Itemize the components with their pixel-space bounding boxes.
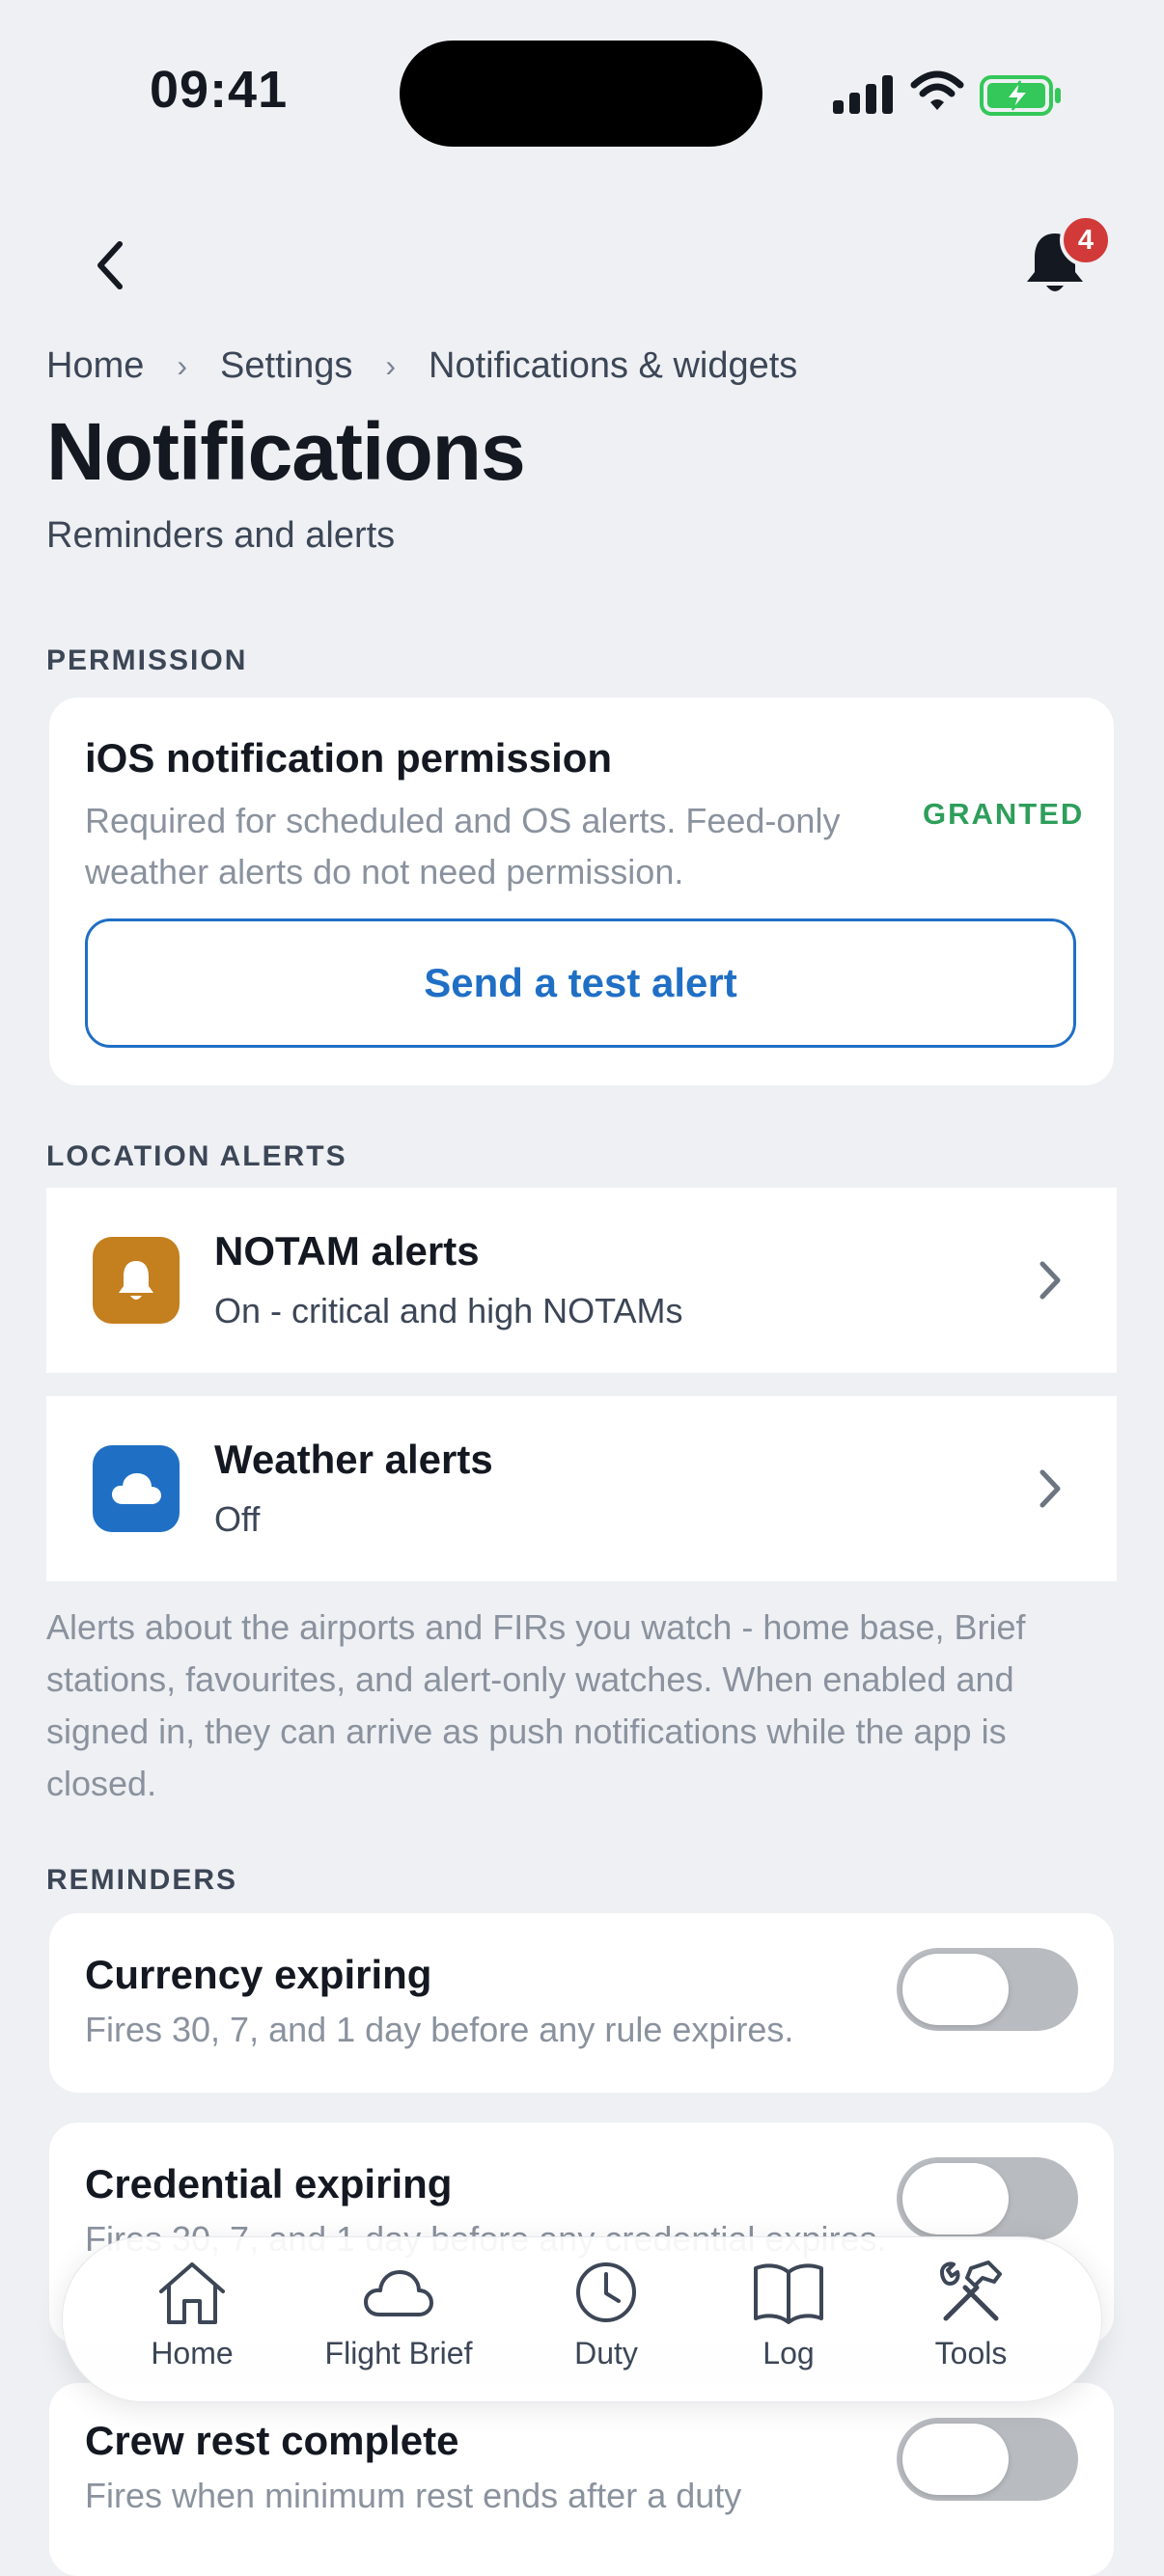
notam-alerts-title: NOTAM alerts	[214, 1228, 480, 1274]
reminder-subtitle: Fires 30, 7, and 1 day before any rule e…	[85, 2010, 794, 2049]
permission-description: Required for scheduled and OS alerts. Fe…	[85, 801, 841, 891]
tab-label: Home	[151, 2336, 234, 2370]
permission-title: iOS notification permission	[85, 735, 613, 781]
section-label-location-alerts: LOCATION ALERTS	[46, 1140, 347, 1172]
currency-expiring-toggle[interactable]	[897, 1948, 1078, 2031]
chevron-right-icon: ›	[177, 348, 188, 383]
permission-status-badge: GRANTED	[923, 797, 1085, 831]
dynamic-island	[400, 41, 762, 147]
weather-alerts-row[interactable]: Weather alerts Off	[46, 1396, 1117, 1581]
tab-log[interactable]: Log	[692, 2259, 885, 2371]
chevron-right-icon: ›	[385, 348, 396, 383]
notification-count-badge: 4	[1060, 214, 1112, 266]
tab-tools[interactable]: Tools	[874, 2259, 1067, 2371]
tab-label: Tools	[934, 2336, 1008, 2370]
bell-icon	[93, 1237, 180, 1324]
location-alerts-note: Alerts about the airports and FIRs you w…	[46, 1607, 1026, 1803]
tab-label: Flight Brief	[324, 2336, 473, 2370]
wifi-icon	[910, 70, 964, 110]
cloud-icon	[93, 1445, 180, 1532]
tab-duty[interactable]: Duty	[510, 2259, 703, 2371]
cloud-icon	[364, 2270, 433, 2316]
crew-rest-complete-toggle[interactable]	[897, 2418, 1078, 2501]
tab-label: Log	[762, 2336, 815, 2370]
chevron-right-icon	[1039, 1261, 1061, 1300]
battery-icon	[980, 75, 1061, 116]
send-test-alert-button[interactable]: Send a test alert	[85, 918, 1076, 1048]
tab-label: Duty	[574, 2336, 638, 2370]
page-subtitle: Reminders and alerts	[46, 515, 396, 556]
book-icon	[754, 2263, 823, 2324]
breadcrumb: Home › Settings › Notifications & widget…	[46, 345, 797, 387]
weather-alerts-subtitle: Off	[214, 1499, 261, 1539]
breadcrumb-settings[interactable]: Settings	[220, 345, 352, 387]
breadcrumb-home[interactable]: Home	[46, 345, 144, 387]
home-icon	[159, 2262, 225, 2324]
reminder-crew-rest-complete: Crew rest complete Fires when minimum re…	[49, 2383, 1114, 2576]
breadcrumb-notifications-widgets[interactable]: Notifications & widgets	[429, 345, 797, 387]
tab-home[interactable]: Home	[96, 2259, 289, 2371]
tab-bar: Home Flight Brief Duty Log Tools	[62, 2236, 1102, 2402]
notam-alerts-row[interactable]: NOTAM alerts On - critical and high NOTA…	[46, 1188, 1117, 1373]
notam-alerts-subtitle: On - critical and high NOTAMs	[214, 1291, 683, 1330]
status-time: 09:41	[150, 61, 289, 119]
cellular-signal-icon	[833, 75, 893, 114]
reminder-currency-expiring: Currency expiring Fires 30, 7, and 1 day…	[49, 1913, 1114, 2093]
section-label-permission: PERMISSION	[46, 644, 248, 676]
back-button[interactable]	[87, 236, 135, 294]
clock-icon	[576, 2262, 636, 2322]
credential-expiring-toggle[interactable]	[897, 2157, 1078, 2240]
reminder-title: Credential expiring	[85, 2161, 453, 2206]
weather-alerts-title: Weather alerts	[214, 1437, 493, 1482]
chevron-right-icon	[1039, 1469, 1061, 1508]
tools-icon	[940, 2261, 1002, 2321]
tab-flight-brief[interactable]: Flight Brief	[302, 2259, 495, 2371]
section-label-reminders: REMINDERS	[46, 1864, 238, 1896]
reminder-title: Crew rest complete	[85, 2418, 459, 2463]
reminder-subtitle: Fires when minimum rest ends after a dut…	[85, 2476, 742, 2515]
page-title: Notifications	[46, 406, 526, 497]
reminder-title: Currency expiring	[85, 1952, 432, 1997]
